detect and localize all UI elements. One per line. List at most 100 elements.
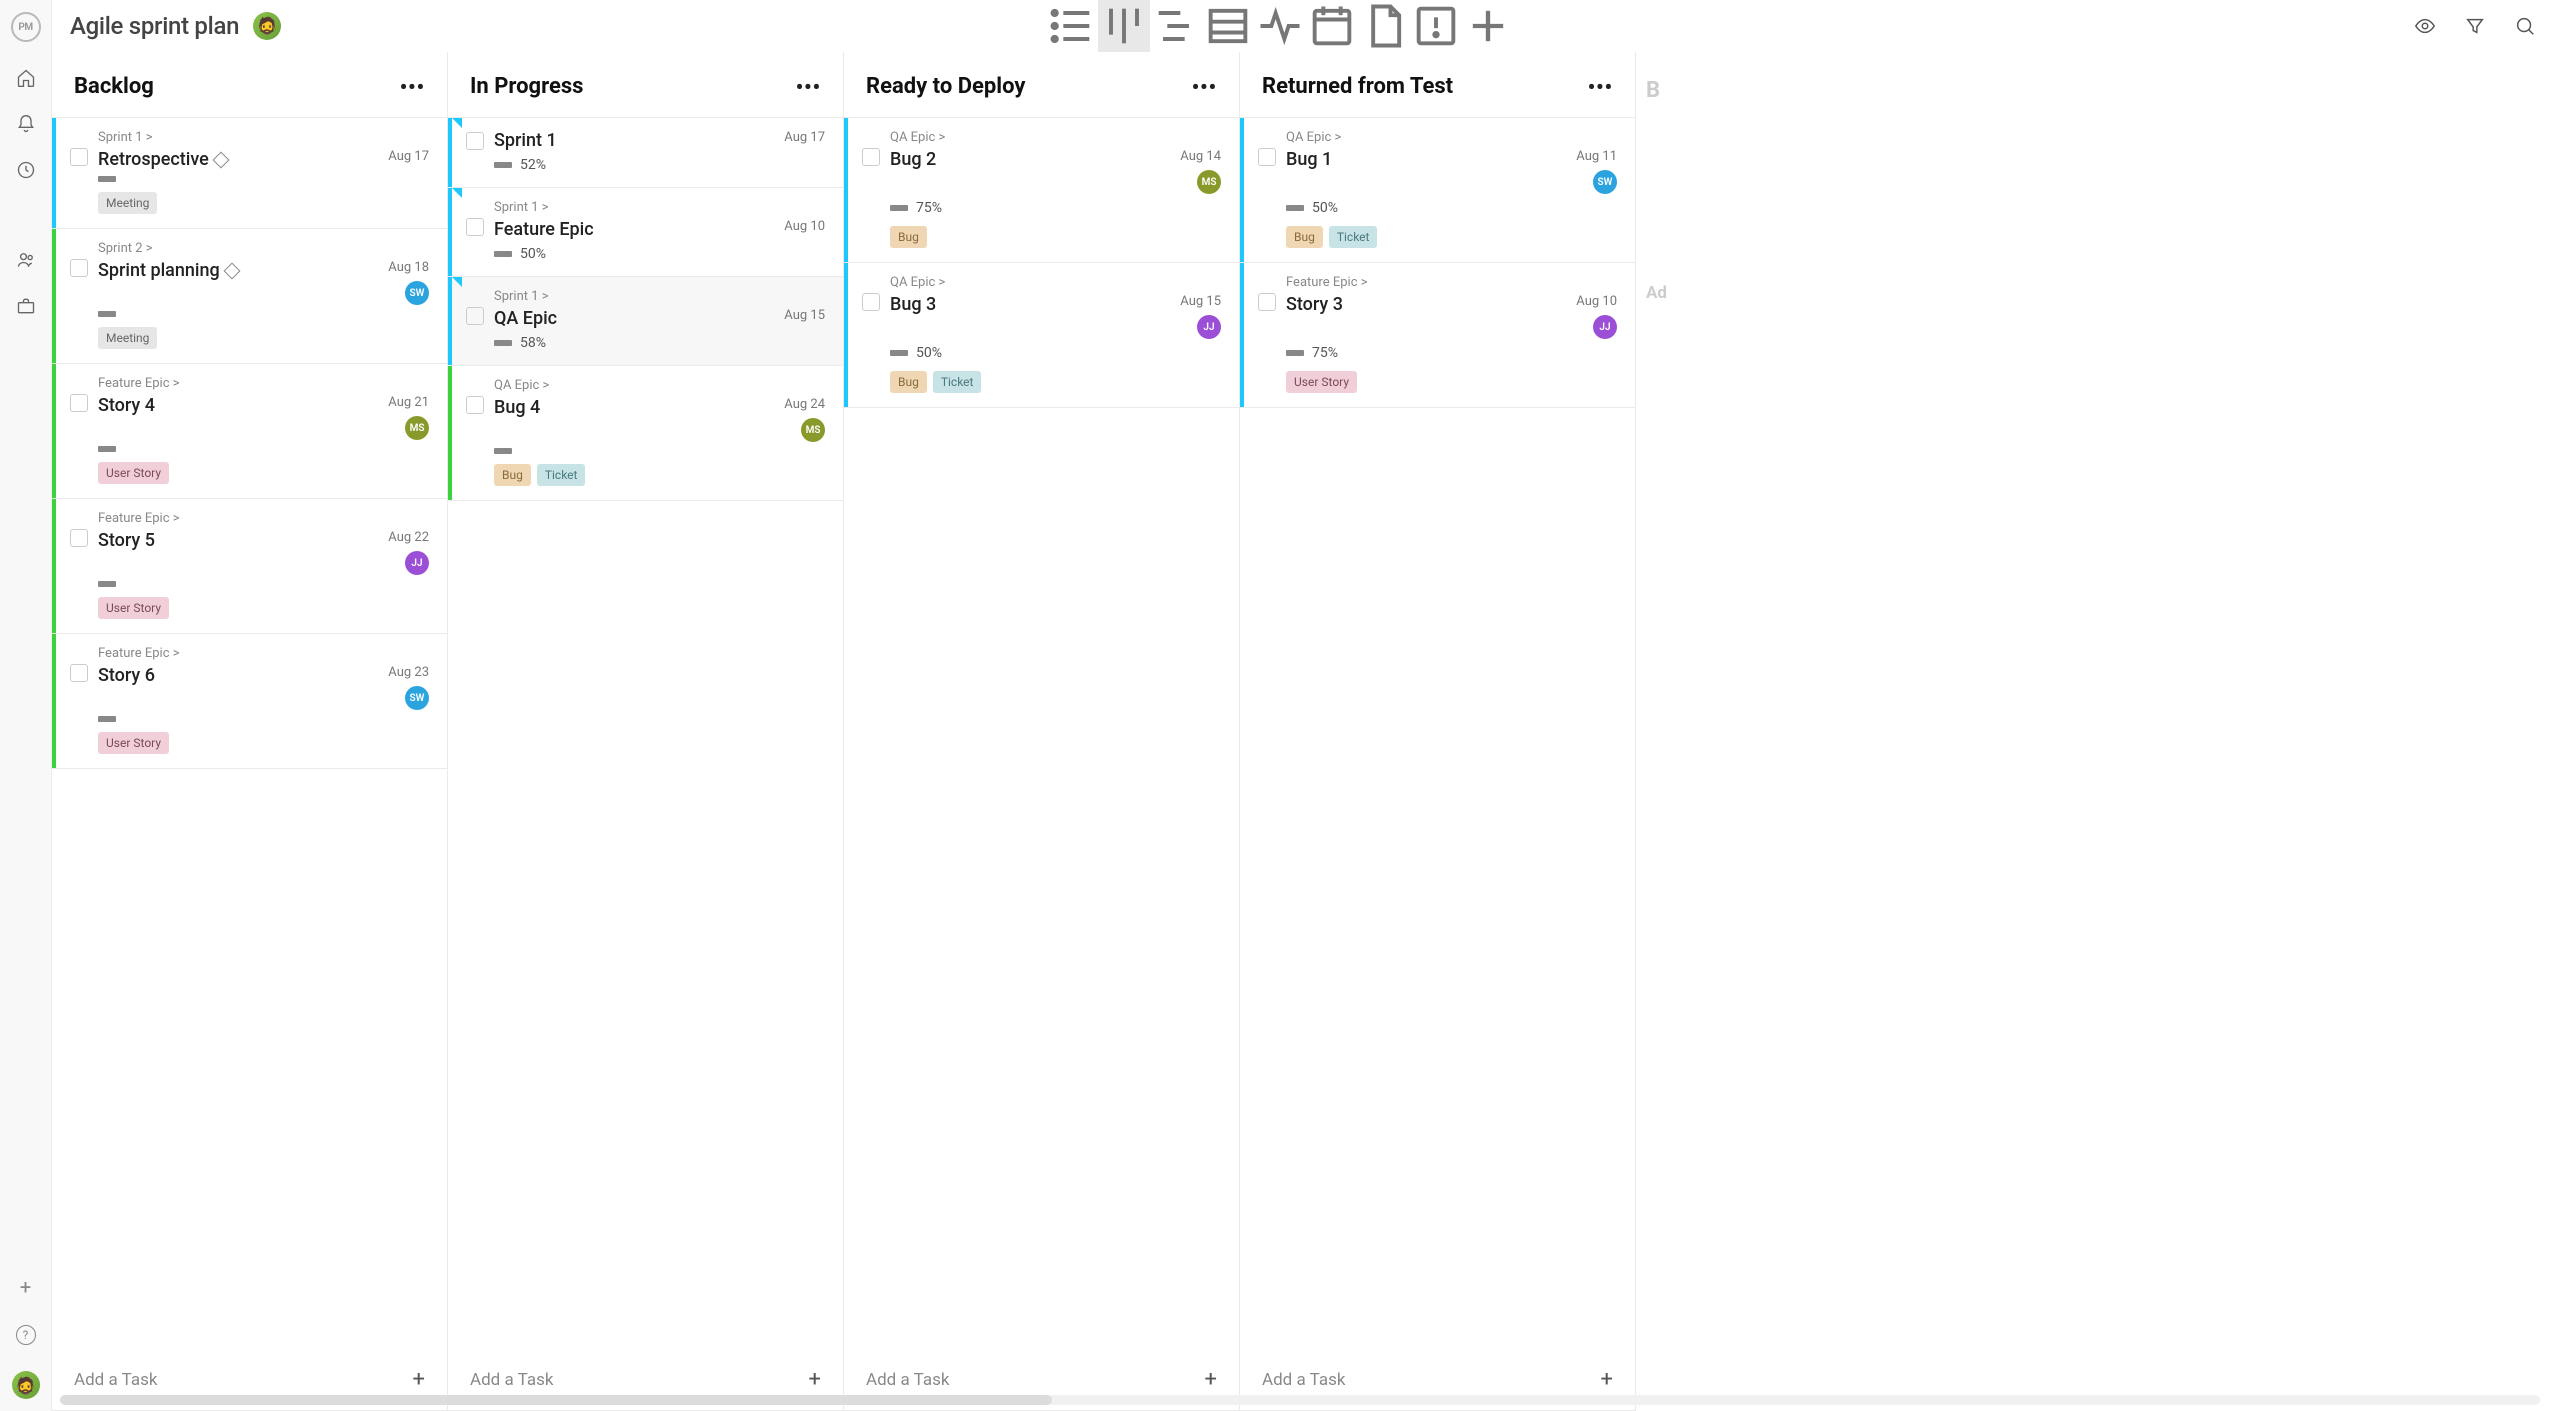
assignee-avatar[interactable]: JJ (1593, 315, 1617, 339)
task-checkbox[interactable] (862, 148, 880, 166)
task-breadcrumb[interactable]: Feature Epic > (98, 646, 429, 661)
bell-icon[interactable] (16, 114, 36, 134)
view-calendar-icon[interactable] (1306, 0, 1358, 52)
task-title[interactable]: Story 3 (1286, 294, 1343, 315)
task-tag[interactable]: Meeting (98, 192, 157, 214)
task-checkbox[interactable] (862, 293, 880, 311)
view-risk-icon[interactable] (1410, 0, 1462, 52)
task-card[interactable]: QA Epic >Bug 4Aug 24MSBugTicket (448, 366, 843, 501)
team-icon[interactable] (16, 250, 36, 270)
task-breadcrumb[interactable]: Feature Epic > (1286, 275, 1617, 290)
task-tag[interactable]: Bug (1286, 226, 1323, 248)
task-card[interactable]: Sprint 1 >Feature EpicAug 1050% (448, 188, 843, 277)
task-breadcrumb[interactable]: QA Epic > (890, 275, 1221, 290)
column-title[interactable]: Ready to Deploy (866, 74, 1025, 99)
task-title[interactable]: Story 4 (98, 395, 155, 416)
task-breadcrumb[interactable]: QA Epic > (1286, 130, 1617, 145)
task-tag[interactable]: User Story (98, 597, 169, 619)
task-breadcrumb[interactable]: QA Epic > (890, 130, 1221, 145)
view-gantt-icon[interactable] (1150, 0, 1202, 52)
task-card[interactable]: Sprint 2 >Sprint planningAug 18SWMeeting (52, 229, 447, 364)
task-card[interactable]: Sprint 1 >QA EpicAug 1558% (448, 277, 843, 366)
task-card[interactable]: Sprint 1Aug 1752% (448, 118, 843, 188)
view-list-icon[interactable] (1046, 0, 1098, 52)
view-table-icon[interactable] (1202, 0, 1254, 52)
task-tag[interactable]: Bug (890, 226, 927, 248)
column-menu-icon[interactable]: ••• (400, 75, 425, 99)
task-card[interactable]: Feature Epic >Story 3Aug 10JJ75%User Sto… (1240, 263, 1635, 408)
task-tag[interactable]: Ticket (1329, 226, 1378, 248)
task-card[interactable]: Feature Epic >Story 6Aug 23SWUser Story (52, 634, 447, 769)
task-title[interactable]: Sprint 1 (494, 130, 557, 151)
task-checkbox[interactable] (466, 396, 484, 414)
task-checkbox[interactable] (466, 132, 484, 150)
assignee-avatar[interactable]: SW (1593, 170, 1617, 194)
task-checkbox[interactable] (70, 394, 88, 412)
filter-icon[interactable] (2464, 15, 2486, 37)
task-tag[interactable]: User Story (1286, 371, 1357, 393)
task-title[interactable]: QA Epic (494, 308, 557, 329)
horizontal-scrollbar[interactable] (60, 1395, 2540, 1405)
assignee-avatar[interactable]: MS (801, 418, 825, 442)
task-title[interactable]: Sprint planning (98, 260, 238, 281)
task-checkbox[interactable] (1258, 148, 1276, 166)
task-breadcrumb[interactable]: Feature Epic > (98, 376, 429, 391)
task-tag[interactable]: Bug (494, 464, 531, 486)
task-checkbox[interactable] (466, 307, 484, 325)
task-card[interactable]: Feature Epic >Story 5Aug 22JJUser Story (52, 499, 447, 634)
task-title[interactable]: Feature Epic (494, 219, 594, 240)
task-breadcrumb[interactable]: Feature Epic > (98, 511, 429, 526)
task-tag[interactable]: Ticket (933, 371, 982, 393)
task-checkbox[interactable] (70, 529, 88, 547)
task-breadcrumb[interactable]: Sprint 2 > (98, 241, 429, 256)
task-card[interactable]: QA Epic >Bug 1Aug 11SW50%BugTicket (1240, 118, 1635, 263)
global-add-button[interactable]: + (20, 1275, 31, 1299)
briefcase-icon[interactable] (16, 296, 36, 316)
column-title[interactable]: In Progress (470, 74, 583, 99)
current-user-avatar[interactable]: 🧔 (12, 1371, 40, 1399)
view-file-icon[interactable] (1358, 0, 1410, 52)
assignee-avatar[interactable]: MS (1197, 170, 1221, 194)
task-checkbox[interactable] (1258, 293, 1276, 311)
task-title[interactable]: Bug 2 (890, 149, 936, 170)
task-title[interactable]: Story 5 (98, 530, 155, 551)
task-card[interactable]: Feature Epic >Story 4Aug 21MSUser Story (52, 364, 447, 499)
visibility-icon[interactable] (2414, 15, 2436, 37)
task-title[interactable]: Bug 4 (494, 397, 540, 418)
view-add-icon[interactable] (1462, 0, 1514, 52)
assignee-avatar[interactable]: JJ (405, 551, 429, 575)
task-card[interactable]: QA Epic >Bug 2Aug 14MS75%Bug (844, 118, 1239, 263)
task-breadcrumb[interactable]: Sprint 1 > (494, 289, 825, 304)
view-board-icon[interactable] (1098, 0, 1150, 52)
task-card[interactable]: QA Epic >Bug 3Aug 15JJ50%BugTicket (844, 263, 1239, 408)
help-icon[interactable]: ? (16, 1325, 36, 1345)
column-title[interactable]: Backlog (74, 74, 154, 99)
task-card[interactable]: Sprint 1 >RetrospectiveAug 17Meeting (52, 118, 447, 229)
task-breadcrumb[interactable]: Sprint 1 > (494, 200, 825, 215)
task-checkbox[interactable] (466, 218, 484, 236)
view-activity-icon[interactable] (1254, 0, 1306, 52)
task-checkbox[interactable] (70, 259, 88, 277)
task-title[interactable]: Bug 3 (890, 294, 936, 315)
project-title[interactable]: Agile sprint plan (70, 12, 239, 40)
column-menu-icon[interactable]: ••• (1588, 75, 1613, 99)
task-tag[interactable]: Bug (890, 371, 927, 393)
task-tag[interactable]: User Story (98, 732, 169, 754)
task-title[interactable]: Retrospective (98, 149, 227, 170)
search-icon[interactable] (2514, 15, 2536, 37)
column-menu-icon[interactable]: ••• (796, 75, 821, 99)
task-checkbox[interactable] (70, 148, 88, 166)
task-tag[interactable]: Meeting (98, 327, 157, 349)
task-checkbox[interactable] (70, 664, 88, 682)
task-title[interactable]: Bug 1 (1286, 149, 1332, 170)
app-logo[interactable]: PM (11, 12, 41, 42)
task-tag[interactable]: User Story (98, 462, 169, 484)
clock-icon[interactable] (16, 160, 36, 180)
next-column-peek[interactable]: BAd (1636, 52, 1676, 1411)
task-breadcrumb[interactable]: QA Epic > (494, 378, 825, 393)
assignee-avatar[interactable]: SW (405, 686, 429, 710)
assignee-avatar[interactable]: SW (405, 281, 429, 305)
task-title[interactable]: Story 6 (98, 665, 155, 686)
home-icon[interactable] (16, 68, 36, 88)
task-breadcrumb[interactable]: Sprint 1 > (98, 130, 429, 145)
